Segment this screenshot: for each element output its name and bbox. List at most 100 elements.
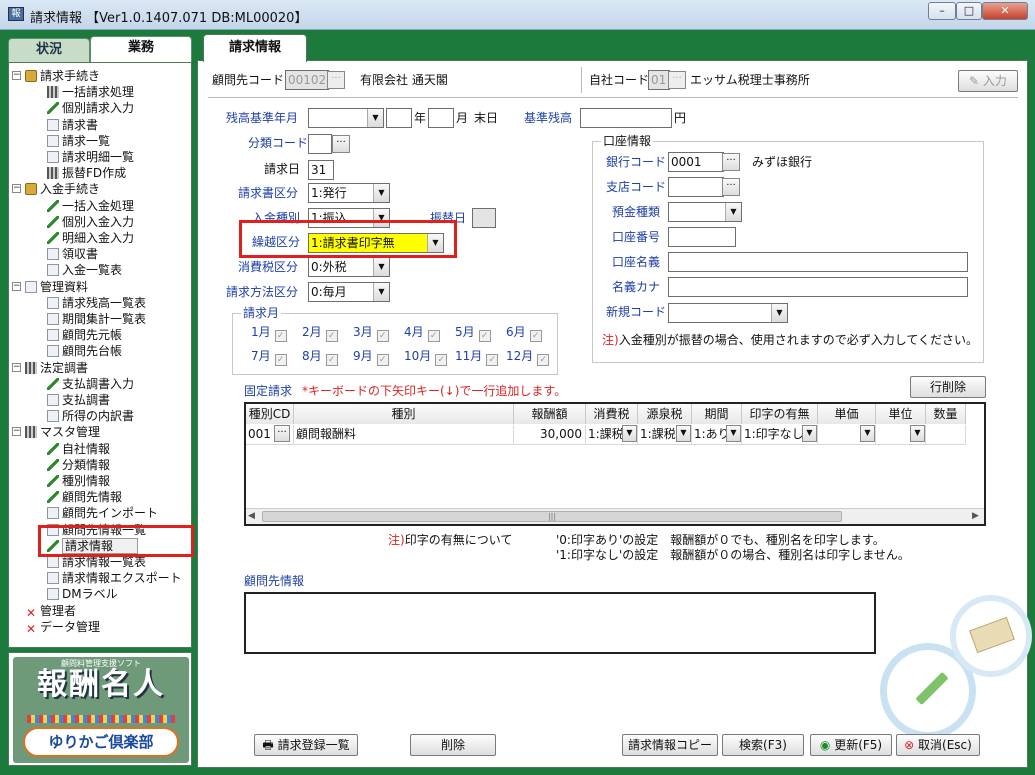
month-checkbox[interactable]: 12月 ✓ xyxy=(506,346,550,366)
tree-item[interactable]: 請求残高一覧表 xyxy=(47,295,146,311)
tab-status[interactable]: 状況 xyxy=(8,38,90,62)
grid-cell[interactable]: 001 ··· xyxy=(246,425,294,445)
bank-code-lookup-button[interactable]: ··· xyxy=(722,153,740,171)
tree-item[interactable]: 請求一覧 xyxy=(47,133,110,149)
tree-item[interactable]: 個別請求入力 xyxy=(47,100,134,116)
chevron-down-icon[interactable]: ▼ xyxy=(726,425,741,442)
month-checkbox[interactable]: 8月 ✓ xyxy=(302,346,338,366)
month-checkbox[interactable]: 9月 ✓ xyxy=(353,346,389,366)
delete-row-button[interactable]: 行削除 xyxy=(910,376,986,398)
branch-code-lookup-button[interactable]: ··· xyxy=(722,178,740,196)
tree-item[interactable]: 支払調書入力 xyxy=(47,376,134,392)
checkbox-icon[interactable]: ✓ xyxy=(537,354,550,366)
grid-cell[interactable]: 顧問報酬料 xyxy=(294,425,514,445)
tree-item[interactable]: 所得の内訳書 xyxy=(47,408,134,424)
tree-item[interactable]: 顧問先情報 xyxy=(47,489,122,505)
tree-item[interactable]: 一括入金処理 xyxy=(47,198,134,214)
input-button[interactable]: ✎ 入力 xyxy=(958,70,1018,92)
tree-item[interactable]: − 管理資料 xyxy=(12,279,88,295)
collapse-toggle-icon[interactable]: − xyxy=(12,184,21,194)
update-button[interactable]: ◉ 更新(F5) xyxy=(810,734,892,756)
account-number-input[interactable] xyxy=(668,227,736,247)
month-checkbox[interactable]: 6月 ✓ xyxy=(506,322,542,342)
column-header[interactable]: 報酬額 xyxy=(514,404,586,424)
transfer-day-input[interactable] xyxy=(472,208,496,228)
month-checkbox[interactable]: 1月 ✓ xyxy=(251,322,287,342)
tree-item[interactable]: 支払調書 xyxy=(47,392,110,408)
month-checkbox[interactable]: 10月 ✓ xyxy=(404,346,448,366)
chevron-down-icon[interactable]: ▼ xyxy=(802,425,817,442)
tree-item[interactable]: 自社情報 xyxy=(47,441,110,457)
grid-cell[interactable]: 1:あり ▼ xyxy=(692,425,742,445)
tree-item[interactable]: ✕ 管理者 xyxy=(25,603,76,619)
balance-month-input[interactable] xyxy=(428,108,454,128)
tree-item[interactable]: DMラベル xyxy=(47,586,118,602)
search-button[interactable]: 検索(F3) xyxy=(722,734,804,756)
month-checkbox[interactable]: 7月 ✓ xyxy=(251,346,287,366)
column-header[interactable]: 単位 xyxy=(876,404,926,424)
column-header[interactable]: 消費税 xyxy=(586,404,638,424)
deposit-type-select[interactable]: ▼ xyxy=(668,202,742,222)
bank-code-input[interactable]: 0001 xyxy=(668,152,724,172)
tab-billing-info[interactable]: 請求情報 xyxy=(203,34,307,62)
tree-item[interactable]: 分類情報 xyxy=(47,457,110,473)
tree-item[interactable]: 種別情報 xyxy=(47,473,110,489)
tree-item[interactable]: − 法定調書 xyxy=(12,360,88,376)
column-header[interactable]: 印字の有無 xyxy=(742,404,818,424)
grid-cell[interactable]: 1:課税 ▼ xyxy=(638,425,692,445)
account-name-input[interactable] xyxy=(668,252,968,272)
month-checkbox[interactable]: 5月 ✓ xyxy=(455,322,491,342)
checkbox-icon[interactable]: ✓ xyxy=(274,330,287,342)
tree-item[interactable]: ✕ データ管理 xyxy=(25,619,100,635)
type-code-lookup-button[interactable]: ··· xyxy=(274,425,290,442)
collapse-toggle-icon[interactable]: − xyxy=(12,71,21,80)
checkbox-icon[interactable]: ✓ xyxy=(529,330,542,342)
scroll-thumb[interactable]: ||| xyxy=(262,511,842,522)
collapse-toggle-icon[interactable]: − xyxy=(12,281,21,291)
tree-item[interactable]: 顧問先インポート xyxy=(47,505,158,521)
category-code-lookup-button[interactable]: ··· xyxy=(332,135,350,153)
branch-code-input[interactable] xyxy=(668,177,724,197)
checkbox-icon[interactable]: ✓ xyxy=(274,354,287,366)
checkbox-icon[interactable]: ✓ xyxy=(478,330,491,342)
tree-item[interactable]: − マスタ管理 xyxy=(12,424,100,440)
column-header[interactable]: 種別 xyxy=(294,404,514,424)
checkbox-icon[interactable]: ✓ xyxy=(325,330,338,342)
maximize-button[interactable]: □ xyxy=(956,2,982,20)
fixed-billing-grid[interactable]: 種別CD 種別 報酬額 消費税 源泉税 期間 印字の有無 単価 単位 数量 001 ··· 顧問報酬料… xyxy=(244,402,986,526)
tree-item[interactable]: 振替FD作成 xyxy=(47,165,126,181)
checkbox-icon[interactable]: ✓ xyxy=(427,330,440,342)
grid-cell[interactable]: 1:課税 ▼ xyxy=(586,425,638,445)
delete-button[interactable]: 削除 xyxy=(410,734,496,756)
month-checkbox[interactable]: 2月 ✓ xyxy=(302,322,338,342)
own-code-lookup-button[interactable]: ··· xyxy=(668,71,686,89)
tree-item[interactable]: 入金一覧表 xyxy=(47,262,122,278)
grid-cell[interactable]: 1:印字なし ▼ xyxy=(742,425,818,445)
month-checkbox[interactable]: 4月 ✓ xyxy=(404,322,440,342)
close-button[interactable]: ✕ xyxy=(982,2,1028,20)
tree-item[interactable]: 期間集計一覧表 xyxy=(47,311,146,327)
tree-item[interactable]: 請求明細一覧 xyxy=(47,149,134,165)
tree-item[interactable]: − 入金手続き xyxy=(12,181,100,197)
chevron-down-icon[interactable]: ▼ xyxy=(622,425,637,442)
new-code-select[interactable]: ▼ xyxy=(668,303,788,323)
collapse-toggle-icon[interactable]: − xyxy=(12,427,21,437)
balance-year-input[interactable] xyxy=(386,108,412,128)
tree-item[interactable]: 請求情報エクスポート xyxy=(47,570,182,586)
collapse-toggle-icon[interactable]: − xyxy=(12,362,21,372)
client-code-input[interactable]: 00102 xyxy=(285,70,329,90)
month-checkbox[interactable]: 3月 ✓ xyxy=(353,322,389,342)
scroll-right-icon[interactable]: ▶ xyxy=(972,511,979,521)
tree-item[interactable]: 一括請求処理 xyxy=(47,84,134,100)
client-info-textarea[interactable] xyxy=(244,592,876,654)
month-checkbox[interactable]: 11月 ✓ xyxy=(455,346,499,366)
checkbox-icon[interactable]: ✓ xyxy=(486,354,499,366)
tree-item[interactable]: 請求書 xyxy=(47,117,98,133)
grid-horizontal-scrollbar[interactable]: ◀ ||| ▶ xyxy=(246,508,984,524)
grid-cell[interactable] xyxy=(926,425,966,445)
tree-item[interactable]: − 請求手続き xyxy=(12,68,100,84)
tab-business[interactable]: 業務 xyxy=(90,36,192,62)
chevron-down-icon[interactable]: ▼ xyxy=(676,425,691,442)
chevron-down-icon[interactable]: ▼ xyxy=(910,425,925,442)
column-header[interactable]: 種別CD xyxy=(246,404,294,424)
